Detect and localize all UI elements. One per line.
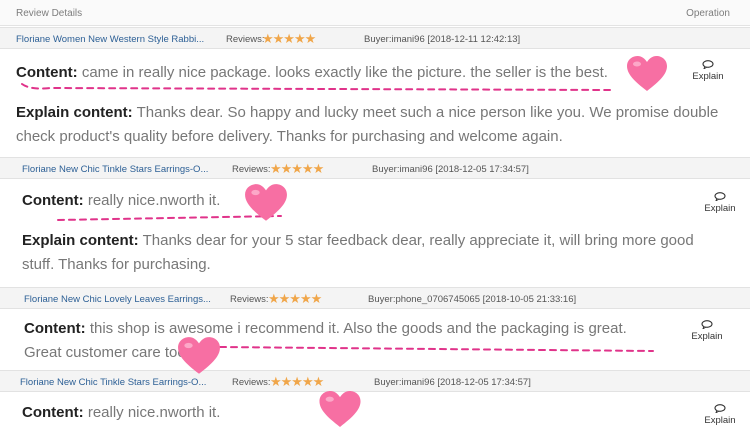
content-label: Content:	[24, 320, 86, 337]
review-meta-row: Floriane New Chic Lovely Leaves Earrings…	[0, 287, 750, 309]
explain-label: Explain	[692, 71, 724, 82]
star-rating: ★★★★★	[262, 31, 316, 46]
explain-label: Explain	[704, 203, 736, 214]
review-content: Content: really nice.nworth it.	[22, 189, 622, 213]
review-meta-row: Floriane New Chic Tinkle Stars Earrings-…	[0, 370, 750, 392]
star-rating: ★★★★★	[268, 291, 322, 306]
content-label: Content:	[22, 192, 84, 209]
heart-icon	[245, 184, 287, 221]
product-link[interactable]: Floriane New Chic Lovely Leaves Earrings…	[24, 294, 211, 305]
heart-icon	[178, 337, 220, 374]
comment-icon	[701, 320, 713, 329]
explain-content-label: Explain content:	[16, 104, 133, 121]
reviews-label: Reviews:	[230, 294, 269, 305]
comment-icon	[702, 60, 714, 69]
reviews-label: Reviews:	[226, 34, 265, 45]
reviews-label: Reviews:	[232, 164, 271, 175]
review-content: Content: this shop is awesome i recommen…	[24, 317, 664, 365]
buyer-info: Buyer:phone_0706745065 [2018-10-05 21:33…	[368, 294, 577, 305]
review-details-header: Review Details	[16, 8, 83, 19]
comment-icon	[714, 404, 726, 413]
explain-content: Explain content: Thanks dear. So happy a…	[16, 101, 736, 149]
explain-content-label: Explain content:	[22, 232, 139, 249]
explain-button[interactable]: Explain	[686, 60, 730, 82]
content-label: Content:	[22, 404, 84, 421]
explain-content: Explain content: Thanks dear for your 5 …	[22, 229, 722, 277]
product-link[interactable]: Floriane New Chic Tinkle Stars Earrings-…	[22, 164, 208, 175]
table-header: Review Details Operation	[0, 0, 750, 26]
review-meta-row: Floriane New Chic Tinkle Stars Earrings-…	[0, 157, 750, 179]
explain-label: Explain	[704, 415, 736, 426]
star-rating: ★★★★★	[270, 374, 324, 389]
explain-label: Explain	[691, 331, 723, 342]
buyer-info: Buyer:imani96 [2018-12-05 17:34:57]	[372, 164, 529, 175]
buyer-info: Buyer:imani96 [2018-12-11 12:42:13]	[364, 34, 521, 45]
squiggle-underline	[21, 83, 611, 91]
product-link[interactable]: Floriane Women New Western Style Rabbi..…	[16, 34, 204, 45]
review-meta-row: Floriane Women New Western Style Rabbi..…	[0, 27, 750, 49]
squiggle-underline	[219, 346, 654, 352]
heart-icon	[627, 56, 667, 91]
explain-button[interactable]: Explain	[685, 320, 729, 342]
operation-header: Operation	[686, 8, 730, 19]
product-link[interactable]: Floriane New Chic Tinkle Stars Earrings-…	[20, 377, 206, 388]
content-text: really nice.nworth it.	[87, 404, 221, 421]
reviews-label: Reviews:	[232, 377, 271, 388]
star-rating: ★★★★★	[270, 161, 324, 176]
explain-button[interactable]: Explain	[698, 404, 742, 426]
buyer-info: Buyer:imani96 [2018-12-05 17:34:57]	[374, 377, 531, 388]
heart-icon	[319, 391, 361, 427]
explain-button[interactable]: Explain	[698, 192, 742, 214]
content-text: really nice.nworth it.	[87, 192, 221, 209]
comment-icon	[714, 192, 726, 201]
